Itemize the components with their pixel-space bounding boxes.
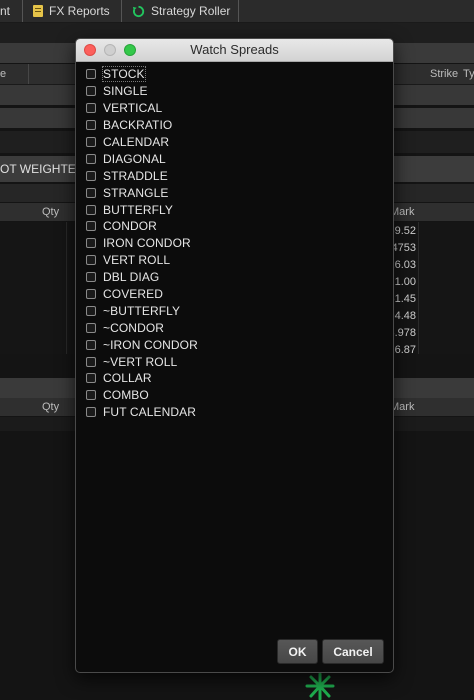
option-label: STRADDLE (103, 168, 168, 183)
column-header-strike: Strike (430, 68, 459, 80)
option-backratio[interactable]: BACKRATIO (86, 117, 198, 134)
checkbox[interactable] (86, 221, 96, 232)
checkbox[interactable] (86, 120, 96, 131)
top-tab-bar: nt FX Reports Strategy Roller (0, 0, 474, 23)
tab-divider (238, 0, 239, 22)
checkbox[interactable] (86, 187, 96, 198)
column-header-e: e (0, 68, 7, 80)
tab-divider (22, 0, 23, 22)
roller-icon (132, 5, 145, 17)
option-label: ~VERT ROLL (103, 354, 178, 369)
checkbox[interactable] (86, 86, 96, 97)
option-diagonal[interactable]: DIAGONAL (86, 150, 198, 167)
option-unbalanced-vert-roll[interactable]: ~VERT ROLL (86, 353, 198, 370)
checkbox[interactable] (86, 339, 96, 350)
checkbox[interactable] (86, 238, 96, 249)
checkbox[interactable] (86, 373, 96, 384)
checkbox[interactable] (86, 255, 96, 266)
option-covered[interactable]: COVERED (86, 286, 198, 303)
loading-spinner-icon (305, 672, 335, 700)
option-strangle[interactable]: STRANGLE (86, 184, 198, 201)
tab-label: nt (0, 4, 11, 18)
option-label: ~IRON CONDOR (103, 337, 198, 352)
column-divider (418, 222, 419, 354)
option-label: DIAGONAL (103, 151, 166, 166)
option-label: VERT ROLL (103, 253, 171, 268)
option-straddle[interactable]: STRADDLE (86, 167, 198, 184)
dialog-titlebar[interactable]: Watch Spreads (76, 39, 393, 62)
option-calendar[interactable]: CALENDAR (86, 134, 198, 151)
checkbox[interactable] (86, 204, 96, 215)
checkbox[interactable] (86, 407, 96, 418)
cancel-button[interactable]: Cancel (322, 639, 384, 664)
option-label: CONDOR (103, 219, 157, 234)
option-label: COMBO (103, 388, 149, 403)
option-vertical[interactable]: VERTICAL (86, 100, 198, 117)
option-iron-condor[interactable]: IRON CONDOR (86, 235, 198, 252)
option-label: IRON CONDOR (103, 236, 191, 251)
option-label: FUT CALENDAR (103, 405, 196, 420)
option-butterfly[interactable]: BUTTERFLY (86, 201, 198, 218)
option-collar[interactable]: COLLAR (86, 370, 198, 387)
spread-options-list: STOCK SINGLE VERTICAL BACKRATIO CALENDAR… (86, 66, 198, 421)
option-single[interactable]: SINGLE (86, 83, 198, 100)
option-label: BUTTERFLY (103, 202, 174, 217)
option-label: COVERED (103, 287, 164, 302)
option-label: STRANGLE (103, 185, 169, 200)
option-label: BACKRATIO (103, 118, 173, 133)
tab-strategy-roller[interactable]: Strategy Roller (132, 0, 230, 22)
checkbox[interactable] (86, 272, 96, 283)
option-stock[interactable]: STOCK (86, 66, 198, 83)
checkbox[interactable] (86, 390, 96, 401)
checkbox[interactable] (86, 305, 96, 316)
option-fut-calendar[interactable]: FUT CALENDAR (86, 404, 198, 421)
checkbox[interactable] (86, 170, 96, 181)
option-dbl-diag[interactable]: DBL DIAG (86, 269, 198, 286)
checkbox[interactable] (86, 137, 96, 147)
tab-divider (121, 0, 122, 22)
weighting-label: OT WEIGHTED (0, 162, 85, 176)
option-label: ~CONDOR (103, 320, 165, 335)
ok-button[interactable]: OK (277, 639, 318, 664)
checkbox[interactable] (86, 69, 96, 80)
tab-label: Strategy Roller (151, 4, 231, 18)
option-condor[interactable]: CONDOR (86, 218, 198, 235)
watch-spreads-dialog: Watch Spreads STOCK SINGLE VERTICAL BACK… (75, 38, 394, 673)
option-vert-roll[interactable]: VERT ROLL (86, 252, 198, 269)
option-label: CALENDAR (103, 135, 170, 149)
column-header-ty: Ty (463, 68, 474, 80)
checkbox[interactable] (86, 153, 96, 164)
option-label: DBL DIAG (103, 270, 160, 285)
tab-label: FX Reports (49, 4, 110, 18)
checkbox[interactable] (86, 356, 96, 367)
checkbox[interactable] (86, 322, 96, 333)
tab-fx-reports[interactable]: FX Reports (33, 0, 110, 22)
checkbox[interactable] (86, 103, 96, 114)
option-label: STOCK (102, 66, 146, 83)
tab-nt[interactable]: nt (0, 0, 10, 22)
option-label: SINGLE (103, 84, 148, 99)
option-label: VERTICAL (103, 101, 163, 116)
column-divider (66, 222, 67, 354)
dialog-title: Watch Spreads (190, 42, 279, 57)
option-label: COLLAR (103, 371, 152, 386)
option-unbalanced-butterfly[interactable]: ~BUTTERFLY (86, 302, 198, 319)
qty-header: Qty (42, 401, 60, 413)
option-combo[interactable]: COMBO (86, 387, 198, 404)
option-label: ~BUTTERFLY (103, 303, 181, 318)
column-divider (28, 64, 29, 84)
qty-header: Qty (42, 206, 60, 218)
option-unbalanced-condor[interactable]: ~CONDOR (86, 319, 198, 336)
option-unbalanced-iron-condor[interactable]: ~IRON CONDOR (86, 336, 198, 353)
checkbox[interactable] (86, 289, 96, 300)
report-icon (33, 5, 43, 17)
